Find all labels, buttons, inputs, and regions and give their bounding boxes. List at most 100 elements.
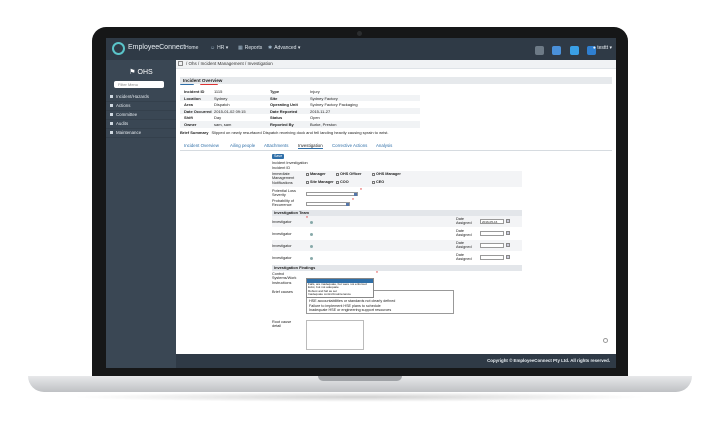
- date-assigned-input[interactable]: [480, 231, 504, 236]
- sidebar-item-audits[interactable]: Audits: [106, 120, 176, 129]
- checkbox-icon: [336, 172, 339, 176]
- maintenance-icon: [110, 131, 113, 135]
- sidebar-item-maintenance[interactable]: Maintenance: [106, 129, 176, 138]
- notify-site-manager[interactable]: Site Manager: [306, 180, 334, 184]
- field-value: Injury: [310, 89, 320, 94]
- person-icon[interactable]: [310, 257, 313, 260]
- investigator-label: Investigator: [272, 220, 292, 224]
- person-icon[interactable]: [310, 233, 313, 236]
- date-assigned-label: Date Assigned: [456, 217, 472, 226]
- person-icon[interactable]: [310, 245, 313, 248]
- chat-icon[interactable]: [569, 46, 579, 55]
- nav-hr[interactable]: ☺ HR ▾: [210, 45, 228, 51]
- gear-icon: ✱: [268, 45, 273, 51]
- overview-row: Incident ID 1115 Type Injury: [180, 88, 420, 95]
- calendar-icon[interactable]: [506, 243, 510, 247]
- tab-investigation[interactable]: Investigation: [298, 143, 323, 149]
- notify-manager[interactable]: Manager: [306, 172, 326, 176]
- sidebar-item-committee[interactable]: Committee: [106, 111, 176, 120]
- potential-loss-select[interactable]: [306, 192, 358, 196]
- team-icon[interactable]: [552, 46, 562, 55]
- user-icon: ●: [592, 45, 596, 51]
- control-systems-dropdown[interactable]: Fails, are inadequate, but were not enfo…: [306, 278, 374, 298]
- chevron-down-icon: [354, 193, 357, 196]
- nav-home[interactable]: ⌂ Home: [180, 45, 198, 51]
- field-value: sam, sam: [214, 121, 232, 127]
- actions-icon: [110, 104, 113, 108]
- calendar-icon[interactable]: [506, 255, 510, 259]
- field-value: 1115: [214, 89, 223, 94]
- field-label: Location: [184, 95, 201, 101]
- nav-advanced[interactable]: ✱ Advanced ▾: [268, 45, 300, 51]
- laptop-shadow: [70, 392, 650, 402]
- calendar-icon[interactable]: [506, 231, 510, 235]
- root-cause-textarea[interactable]: [306, 320, 364, 350]
- tab-attachments[interactable]: Attachments: [264, 143, 288, 148]
- scroll-top-icon[interactable]: [603, 338, 608, 343]
- field-value: Open: [310, 115, 320, 121]
- overview-row: Area Dispatch Operating Unit Sydney Factory…: [180, 101, 420, 108]
- field-label: Area: [184, 102, 193, 108]
- checkbox-icon: [372, 180, 375, 184]
- notify-coo[interactable]: COO: [336, 180, 349, 184]
- listbox-options: HSE accountabilities or standards not cl…: [307, 299, 453, 313]
- list-item[interactable]: Inadequate HSE or engineering support re…: [307, 308, 453, 313]
- date-assigned-input[interactable]: 2016-05-16: [480, 219, 504, 224]
- laptop-frame: EmployeeConnect ⌂ Home ☺ HR ▾ ▦ Reports ✱ Ad…: [0, 0, 720, 432]
- person-icon[interactable]: [310, 221, 313, 224]
- overview-row: Date Occurred 2015-01-02 09:15 Date Report…: [180, 107, 420, 115]
- notifications-label: Immediate Management Notifications: [272, 172, 295, 185]
- tab-bar: Incident Overview Ailing people Attachme…: [180, 142, 612, 151]
- field-label: Date Occurred: [184, 108, 212, 114]
- field-value: Sydney Factory: [310, 95, 338, 101]
- checkbox-icon: [372, 172, 375, 176]
- tab-corrective-actions[interactable]: Corrective Actions: [332, 143, 367, 148]
- probability-select[interactable]: [306, 202, 350, 206]
- investigator-label: Investigator: [272, 244, 292, 248]
- notify-ohs-manager[interactable]: OHS Manager: [372, 172, 401, 176]
- date-assigned-input[interactable]: [480, 243, 504, 248]
- sidebar: ⚑ OHS Filter Menu Incident/Hazards Actio…: [106, 60, 176, 368]
- save-button[interactable]: Save: [272, 154, 285, 159]
- date-assigned-input[interactable]: [480, 255, 504, 260]
- top-bar: EmployeeConnect ⌂ Home ☺ HR ▾ ▦ Reports ✱ Ad…: [106, 38, 616, 60]
- investigator-label: Investigator: [272, 256, 292, 260]
- root-cause-label: Root cause detail: [272, 320, 292, 329]
- tab-analysis[interactable]: Analysis: [376, 143, 392, 148]
- field-value: 2015-11-27: [310, 108, 331, 114]
- copyright-text: Copyright © EmployeeConnect Pty Ltd. All…: [487, 358, 610, 363]
- people-icon: ☺: [210, 45, 216, 51]
- footer: Copyright © EmployeeConnect Pty Ltd. All…: [176, 354, 616, 368]
- notify-ceo[interactable]: CEO: [372, 180, 384, 184]
- camera-icon: [357, 31, 362, 36]
- home-icon: ⌂: [180, 45, 184, 51]
- chevron-down-icon: [346, 203, 349, 206]
- sidebar-search-input[interactable]: Filter Menu: [114, 81, 164, 88]
- incident-id-label: Incident ID: [272, 166, 291, 170]
- nav-reports[interactable]: ▦ Reports: [238, 45, 262, 51]
- sidebar-item-incident[interactable]: Incident/Hazards: [106, 93, 176, 102]
- collapse-icon[interactable]: [178, 61, 183, 67]
- sidebar-item-actions[interactable]: Actions: [106, 102, 176, 111]
- logo-icon[interactable]: [112, 42, 125, 55]
- sidebar-list: Incident/Hazards Actions Committee Audit…: [106, 93, 176, 138]
- brief-causes-label: Brief causes: [272, 290, 293, 294]
- notify-ohs-officer[interactable]: OHS Officer: [336, 172, 362, 176]
- field-value: Burke, Preston: [310, 121, 337, 127]
- calendar-icon[interactable]: [506, 219, 510, 223]
- pencil-icon[interactable]: [534, 46, 544, 55]
- probability-label: Probability of Recurrence: [272, 199, 294, 208]
- overview-heading: Incident Overview: [180, 77, 612, 84]
- user-menu[interactable]: ● testtt ▾: [593, 45, 612, 51]
- field-label: Status: [270, 115, 283, 121]
- field-value: Sydney Factory Packaging: [310, 102, 358, 108]
- tab-incident-overview[interactable]: Incident Overview: [184, 143, 219, 148]
- overview-row: Shift Day Status Open: [180, 114, 420, 121]
- tab-ailing-people[interactable]: Ailing people: [230, 143, 255, 148]
- field-label: Reported By: [270, 121, 294, 127]
- dropdown-option[interactable]: Inadequate control/maintenance: [307, 293, 373, 296]
- field-label: Site: [270, 95, 278, 101]
- control-systems-label: Control Systems/Work Instructions: [272, 272, 297, 285]
- field-value: Day: [214, 115, 222, 121]
- app-screen: EmployeeConnect ⌂ Home ☺ HR ▾ ▦ Reports ✱ Ad…: [106, 38, 616, 368]
